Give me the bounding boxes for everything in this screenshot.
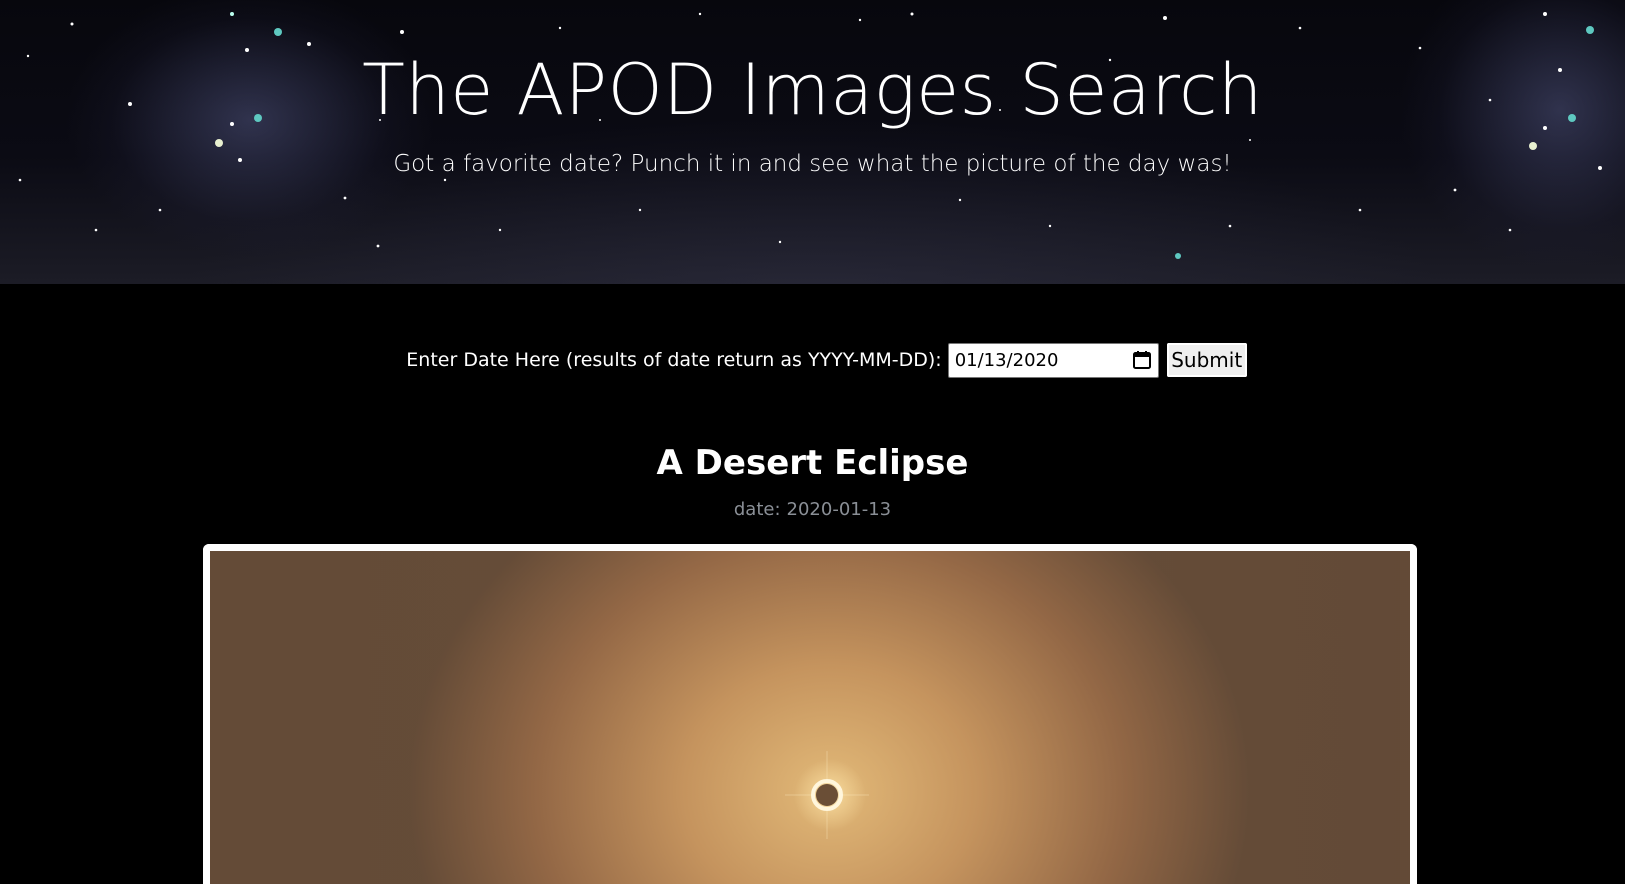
- date-input[interactable]: 01/13/2020: [947, 342, 1159, 378]
- submit-button[interactable]: Submit: [1164, 341, 1249, 379]
- apod-image[interactable]: [203, 544, 1417, 884]
- eclipse-image-illustration: [785, 751, 869, 839]
- date-input-label: Enter Date Here (results of date return …: [406, 349, 942, 371]
- calendar-icon[interactable]: [1132, 350, 1152, 370]
- page-title: The APOD Images Search: [362, 49, 1263, 131]
- date-search-form: Enter Date Here (results of date return …: [0, 341, 1625, 379]
- result-title: A Desert Eclipse: [656, 443, 969, 483]
- page-subtitle: Got a favorite date? Punch it in and see…: [393, 151, 1232, 177]
- date-input-value: 01/13/2020: [954, 349, 1059, 371]
- result-date: date: 2020-01-13: [0, 499, 1625, 520]
- header-banner: The APOD Images Search Got a favorite da…: [0, 0, 1625, 284]
- result-date-value: 2020-01-13: [786, 499, 892, 520]
- result-date-prefix: date:: [733, 499, 781, 520]
- starfield-background: [18, 12, 1602, 259]
